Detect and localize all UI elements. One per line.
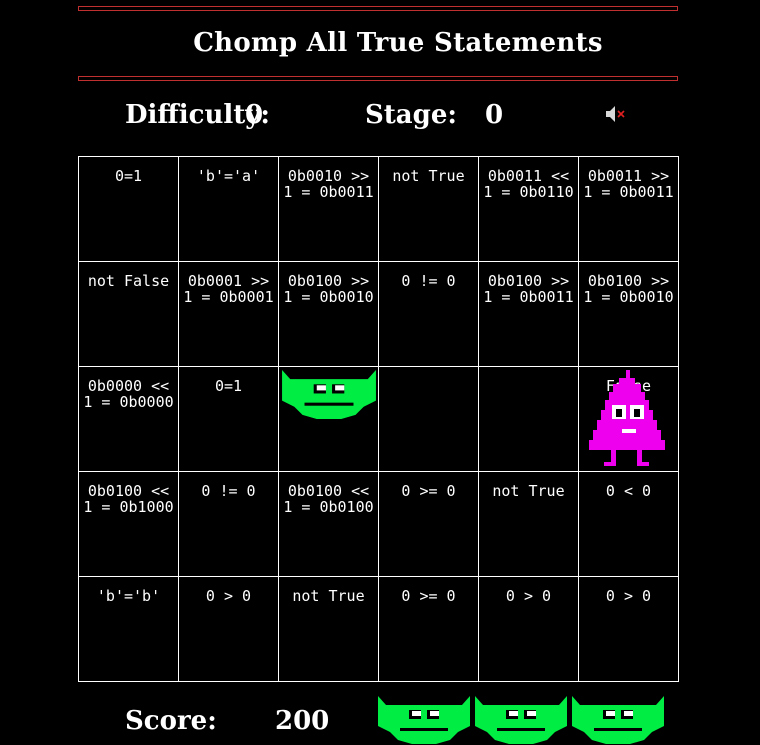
cell-statement: 'b'='a'	[196, 167, 261, 185]
cell-statement: 0 > 0	[605, 587, 652, 605]
life-muncher-icon	[378, 696, 470, 744]
cell-statement: not True	[292, 587, 365, 605]
grid-cell[interactable]: 0 != 0	[378, 261, 479, 367]
muncher-player-icon	[282, 370, 376, 419]
cell-statement: 0 >= 0	[401, 587, 456, 605]
cell-statement: 0=1	[214, 377, 243, 395]
grid-cell[interactable]	[378, 366, 479, 472]
grid-cell[interactable]: 0 > 0	[578, 576, 679, 682]
grid-cell[interactable]: 'b'='a'	[178, 156, 279, 262]
cell-statement: not True	[392, 167, 465, 185]
grid-cell[interactable]: 0b0010 >> 1 = 0b0011	[278, 156, 379, 262]
grid-cell[interactable]: 0=1	[78, 156, 179, 262]
cell-statement: 0 > 0	[205, 587, 252, 605]
cell-statement: 0b0100 << 1 = 0b1000	[83, 482, 174, 516]
cell-statement: 0=1	[114, 167, 143, 185]
score-value: 200	[275, 706, 330, 736]
stage-label: Stage:	[365, 100, 457, 130]
cell-statement: 'b'='b'	[96, 587, 161, 605]
grid-cell[interactable]: 0b0100 << 1 = 0b0100	[278, 471, 379, 577]
grid-cell[interactable]: 0 < 0	[578, 471, 679, 577]
grid-cell[interactable]: not False	[78, 261, 179, 367]
grid-cell[interactable]: 0b0000 << 1 = 0b0000	[78, 366, 179, 472]
life-muncher-icon	[475, 696, 567, 744]
cell-statement: not False	[87, 272, 170, 290]
troggle-enemy-icon	[589, 370, 665, 466]
cell-statement: 0b0100 >> 1 = 0b0011	[483, 272, 574, 306]
grid-cell[interactable]: not True	[278, 576, 379, 682]
score-label: Score:	[125, 706, 217, 736]
grid-cell[interactable]: 0 > 0	[178, 576, 279, 682]
grid-cell[interactable]: 0 > 0	[478, 576, 579, 682]
grid-cell[interactable]: 0b0011 << 1 = 0b0110	[478, 156, 579, 262]
cell-statement: 0b0100 << 1 = 0b0100	[283, 482, 374, 516]
cell-statement: 0b0001 >> 1 = 0b0001	[183, 272, 274, 306]
grid-cell[interactable]: 0b0001 >> 1 = 0b0001	[178, 261, 279, 367]
cell-statement: not True	[492, 482, 565, 500]
grid-cell[interactable]: 0b0011 >> 1 = 0b0011	[578, 156, 679, 262]
grid-cell[interactable]: not True	[378, 156, 479, 262]
grid-cell[interactable]: 0 >= 0	[378, 471, 479, 577]
grid-cell[interactable]: 0b0100 >> 1 = 0b0010	[578, 261, 679, 367]
stage-value: 0	[485, 100, 504, 130]
grid-cell[interactable]: 0b0100 >> 1 = 0b0011	[478, 261, 579, 367]
cell-statement: 0b0100 >> 1 = 0b0010	[583, 272, 674, 306]
cell-statement: 0 != 0	[401, 272, 456, 290]
grid-cell[interactable]: 0 != 0	[178, 471, 279, 577]
game-title: Chomp All True Statements	[193, 28, 603, 58]
grid-cell[interactable]: 0b0100 << 1 = 0b1000	[78, 471, 179, 577]
life-muncher-icon	[572, 696, 664, 744]
grid-cell[interactable]	[478, 366, 579, 472]
statement-grid: 0=1 'b'='a' 0b0010 >> 1 = 0b0011 not True 0b…	[78, 156, 679, 682]
grid-cell[interactable]: 0b0100 >> 1 = 0b0010	[278, 261, 379, 367]
cell-statement: 0b0011 >> 1 = 0b0011	[583, 167, 674, 201]
title-divider-bottom	[78, 76, 678, 81]
title-divider-top	[78, 6, 678, 11]
speaker-muted-icon[interactable]	[604, 102, 628, 126]
cell-statement: 0b0010 >> 1 = 0b0011	[283, 167, 374, 201]
grid-cell[interactable]: 'b'='b'	[78, 576, 179, 682]
grid-cell[interactable]	[278, 366, 379, 472]
cell-statement: 0b0000 << 1 = 0b0000	[83, 377, 174, 411]
difficulty-value: 0	[245, 100, 264, 130]
cell-statement: 0 < 0	[605, 482, 652, 500]
cell-statement: 0 >= 0	[401, 482, 456, 500]
grid-cell[interactable]: 0=1	[178, 366, 279, 472]
grid-cell[interactable]: False	[578, 366, 679, 472]
grid-cell[interactable]: not True	[478, 471, 579, 577]
cell-statement: 0 > 0	[505, 587, 552, 605]
cell-statement: 0b0011 << 1 = 0b0110	[483, 167, 574, 201]
grid-cell[interactable]: 0 >= 0	[378, 576, 479, 682]
cell-statement: 0 != 0	[201, 482, 256, 500]
cell-statement: 0b0100 >> 1 = 0b0010	[283, 272, 374, 306]
